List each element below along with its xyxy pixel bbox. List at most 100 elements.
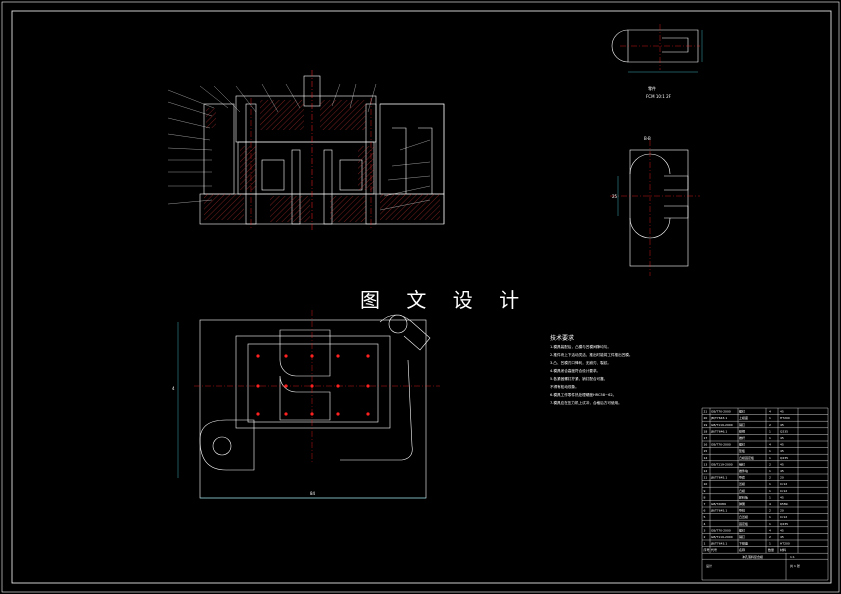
table-cell-index: 9 [704, 489, 706, 493]
top-right-caption: 零件 [648, 85, 656, 91]
table-cell-code: JB/T7645.1 [710, 476, 727, 480]
table-header-cell: 数量 [768, 547, 774, 552]
table-cell-material: 45 [780, 469, 784, 473]
table-cell-qty: 1 [769, 489, 771, 493]
table-cell-index: 20 [704, 416, 708, 420]
table-cell-code: GB/T70-2000 [711, 443, 731, 447]
title-block-scale: 1:1 [790, 555, 795, 559]
table-cell-index: 17 [704, 436, 708, 440]
technical-requirements: 技术要求 1.模具装配后，凸模与凹模间隙均匀。 2.推件块上下活动灵活，推出时能… [550, 334, 633, 405]
table-cell-name: 销钉 [739, 461, 745, 466]
requirement-line-5: 5.各紧固螺钉拧紧，销钉配合可靠， [550, 376, 607, 381]
table-cell-code: GB/T70-2000 [711, 528, 731, 532]
title-block-designer: 设计 [706, 563, 712, 568]
table-header-cell: 名称 [739, 547, 745, 552]
table-cell-material: 45 [780, 410, 784, 414]
parts-list-table: 21 GB/T70-2000 螺钉 4 4520 JB/T7643.1 上模座 1 HT2001… [701, 407, 829, 581]
table-cell-index: 16 [704, 443, 708, 447]
table-cell-index: 15 [704, 449, 708, 453]
table-cell-code: GB/T119-2000 [711, 535, 733, 539]
table-cell-material: Cr12 [780, 515, 787, 519]
plan-view-holes [256, 354, 370, 416]
table-cell-code: GB/T70-2000 [711, 410, 731, 414]
table-cell-material: 45 [780, 535, 784, 539]
table-cell-qty: 4 [769, 502, 771, 506]
table-cell-material: 20 [780, 476, 784, 480]
table-cell-index: 8 [704, 495, 706, 499]
table-cell-material: 45 [780, 423, 784, 427]
table-cell-name: 推件块 [739, 468, 748, 473]
table-cell-code: GB/T119-2000 [711, 462, 733, 466]
table-cell-name: 推杆 [739, 435, 745, 440]
table-cell-material: Cr12 [780, 482, 787, 486]
title-block-drawing-name: 冲孔落料复合模 [742, 554, 763, 559]
table-cell-index: 12 [704, 469, 708, 473]
table-cell-qty: 1 [769, 416, 771, 420]
table-cell-qty: 2 [769, 462, 771, 466]
title-block-sheet: 共 1 张 [790, 563, 800, 568]
table-cell-qty: 4 [769, 528, 771, 532]
table-cell-name: 凸模 [739, 488, 745, 493]
table-cell-material: Q235 [780, 522, 788, 526]
table-cell-name: 模柄 [739, 428, 745, 433]
table-cell-name: 凹模 [739, 481, 745, 486]
table-cell-index: 5 [704, 515, 706, 519]
table-header-cell: 代号 [711, 547, 717, 552]
table-cell-name: 螺钉 [739, 409, 745, 414]
dim-left-label: 4 [172, 386, 175, 391]
table-cell-code: JB/T7643.1 [710, 416, 727, 420]
table-cell-code: GB/T2089 [711, 502, 726, 506]
table-cell-index: 3 [704, 528, 706, 532]
table-cell-qty: 1 [769, 495, 771, 499]
table-cell-index: 14 [704, 456, 708, 460]
table-cell-name: 弹簧 [739, 501, 745, 506]
requirement-line-1: 1.模具装配后，凸模与凹模间隙均匀。 [550, 344, 611, 349]
table-cell-code: JB/T7646.1 [710, 429, 727, 433]
table-header-cell: 材料 [780, 547, 786, 552]
part-detail-view-mid [610, 140, 700, 276]
table-cell-material: Q235 [780, 429, 788, 433]
table-cell-index: 2 [704, 535, 706, 539]
table-cell-qty: 4 [769, 410, 771, 414]
part-detail-view-top [611, 24, 703, 73]
table-cell-index: 4 [704, 522, 706, 526]
table-cell-qty: 1 [769, 522, 771, 526]
requirement-line-8: 7.模具应在压力机上试冲，合格后方可使用。 [550, 400, 622, 405]
table-cell-index: 1 [704, 542, 706, 546]
table-cell-material: 45 [780, 449, 784, 453]
table-cell-index: 11 [704, 476, 708, 480]
requirement-line-7: 6.模具工作零件热处理硬度HRC58~62。 [550, 392, 616, 397]
table-cell-name: 导柱 [739, 508, 745, 513]
requirement-line-4: 4.模具闭合高度符合设计要求。 [550, 368, 600, 373]
table-cell-material: HT200 [780, 416, 790, 420]
table-cell-material: 45 [780, 495, 784, 499]
table-cell-index: 19 [704, 423, 708, 427]
table-cell-material: 45 [780, 443, 784, 447]
table-cell-name: 导套 [739, 475, 745, 480]
table-cell-qty: 2 [769, 509, 771, 513]
table-cell-name: 凸凹模 [739, 514, 748, 519]
watermark-text: 图 文 设 计 [360, 288, 530, 312]
table-cell-material: 45 [780, 462, 784, 466]
table-cell-name: 凸模固定板 [739, 455, 754, 460]
table-cell-material: 45 [780, 436, 784, 440]
table-cell-qty: 1 [769, 482, 771, 486]
table-cell-name: 固定板 [739, 521, 748, 526]
table-cell-material: Cr12 [780, 489, 787, 493]
table-cell-index: 7 [704, 502, 706, 506]
table-cell-qty: 1 [769, 429, 771, 433]
table-cell-index: 10 [704, 482, 708, 486]
requirements-title: 技术要求 [550, 334, 574, 342]
table-cell-name: 上模座 [739, 415, 748, 420]
top-right-subcaption: FCM 10:1 2F [646, 94, 672, 99]
table-cell-index: 21 [704, 410, 708, 414]
table-cell-index: 13 [704, 462, 708, 466]
table-cell-qty: 2 [769, 476, 771, 480]
table-cell-qty: 2 [769, 423, 771, 427]
table-cell-name: 销钉 [739, 534, 745, 539]
dim-bottom-label: 84 [310, 491, 316, 496]
requirement-line-3: 3.凸、凹模刃口锋利，无崩刃、裂纹。 [550, 360, 611, 365]
table-cell-index: 6 [704, 509, 706, 513]
table-cell-qty: 1 [769, 469, 771, 473]
mid-right-caption: B-B [644, 136, 651, 141]
